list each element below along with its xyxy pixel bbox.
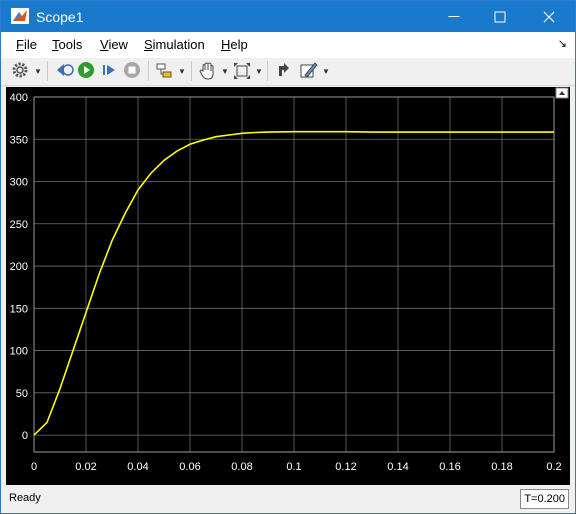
minimize-icon: [448, 15, 460, 17]
step-forward-icon[interactable]: [100, 61, 118, 81]
menu-help[interactable]: Help: [221, 37, 248, 52]
status-text: Ready: [9, 492, 41, 504]
y-tick-label: 250: [10, 219, 28, 231]
maximize-button[interactable]: [477, 1, 523, 32]
highlight-block-icon[interactable]: [155, 61, 175, 81]
menu-file-label: ile: [23, 37, 37, 52]
style-icon[interactable]: [299, 61, 319, 81]
plot-grid: [33, 96, 555, 452]
legend-toggle-button[interactable]: [555, 87, 569, 99]
autoscale-icon[interactable]: [232, 61, 252, 81]
y-tick-label: 300: [10, 177, 28, 189]
menu-simulation-label: imulation: [152, 37, 205, 52]
y-tick-label: 150: [10, 303, 28, 315]
toolbar-separator: [148, 61, 149, 81]
tick-labels: 0 0.02 0.04 0.06 0.08 0.1 0.12 0.14 0.16 0.18 0.2 0…: [10, 92, 562, 473]
menu-simulation[interactable]: Simulation: [144, 37, 205, 52]
run-icon[interactable]: [77, 61, 95, 81]
x-tick-label: 0.08: [231, 461, 252, 473]
highlight-dropdown-icon[interactable]: ▼: [178, 67, 186, 76]
y-tick-label: 100: [10, 346, 28, 358]
x-tick-label: 0.2: [546, 461, 561, 473]
toolbar-separator: [47, 61, 48, 81]
toolbar-separator: [267, 61, 268, 81]
scope-window: Scope1 File Tools View Simulation Help ↘…: [0, 0, 576, 514]
scope-display[interactable]: 0 0.02 0.04 0.06 0.08 0.1 0.12 0.14 0.16 0.18 0.2 0…: [6, 87, 570, 485]
window-title: Scope1: [36, 9, 84, 25]
matlab-icon: [11, 8, 29, 24]
menu-bar: File Tools View Simulation Help ↘: [1, 32, 575, 58]
x-tick-label: 0.12: [335, 461, 356, 473]
gear-dropdown-icon[interactable]: ▼: [34, 67, 42, 76]
x-tick-label: 0.1: [286, 461, 301, 473]
minimize-button[interactable]: [431, 1, 477, 32]
status-bar: Ready T=0.200: [1, 487, 575, 513]
x-tick-label: 0.06: [179, 461, 200, 473]
zoom-pan-icon[interactable]: [198, 61, 218, 81]
toolbar: ▼ ▼ ▼ ▼ ▼: [1, 58, 575, 86]
style-dropdown-icon[interactable]: ▼: [322, 67, 330, 76]
restore-icon[interactable]: [275, 61, 293, 81]
close-icon: [543, 11, 555, 22]
menu-help-mnemonic: H: [221, 37, 231, 52]
menu-view[interactable]: View: [100, 37, 128, 52]
y-tick-label: 400: [10, 92, 28, 104]
title-bar[interactable]: Scope1: [1, 1, 575, 32]
y-tick-label: 50: [16, 388, 28, 400]
y-tick-label: 0: [22, 430, 28, 442]
zoom-dropdown-icon[interactable]: ▼: [221, 67, 229, 76]
gear-icon[interactable]: [11, 61, 29, 81]
x-tick-label: 0: [31, 461, 37, 473]
x-tick-label: 0.14: [387, 461, 408, 473]
simulation-time: T=0.200: [520, 489, 569, 509]
y-tick-label: 350: [10, 134, 28, 146]
close-button[interactable]: [523, 1, 575, 32]
autoscale-dropdown-icon[interactable]: ▼: [255, 67, 263, 76]
menu-file-mnemonic: F: [16, 37, 24, 52]
stop-icon[interactable]: [123, 61, 141, 81]
scope-plot[interactable]: 0 0.02 0.04 0.06 0.08 0.1 0.12 0.14 0.16 0.18 0.2 0…: [6, 87, 570, 485]
menu-tools[interactable]: Tools: [52, 37, 82, 52]
menu-view-label: iew: [108, 37, 128, 52]
step-back-icon[interactable]: [54, 61, 74, 81]
menu-help-label: elp: [230, 37, 248, 52]
menu-file[interactable]: File: [16, 37, 37, 52]
x-tick-label: 0.16: [439, 461, 460, 473]
dock-arrow-icon[interactable]: ↘: [558, 37, 567, 50]
x-tick-label: 0.04: [127, 461, 148, 473]
menu-tools-label: ools: [58, 37, 83, 52]
y-tick-label: 200: [10, 261, 28, 273]
menu-simulation-mnemonic: S: [144, 37, 153, 52]
x-tick-label: 0.18: [491, 461, 512, 473]
maximize-icon: [494, 11, 506, 22]
toolbar-separator: [191, 61, 192, 81]
x-tick-label: 0.02: [75, 461, 96, 473]
